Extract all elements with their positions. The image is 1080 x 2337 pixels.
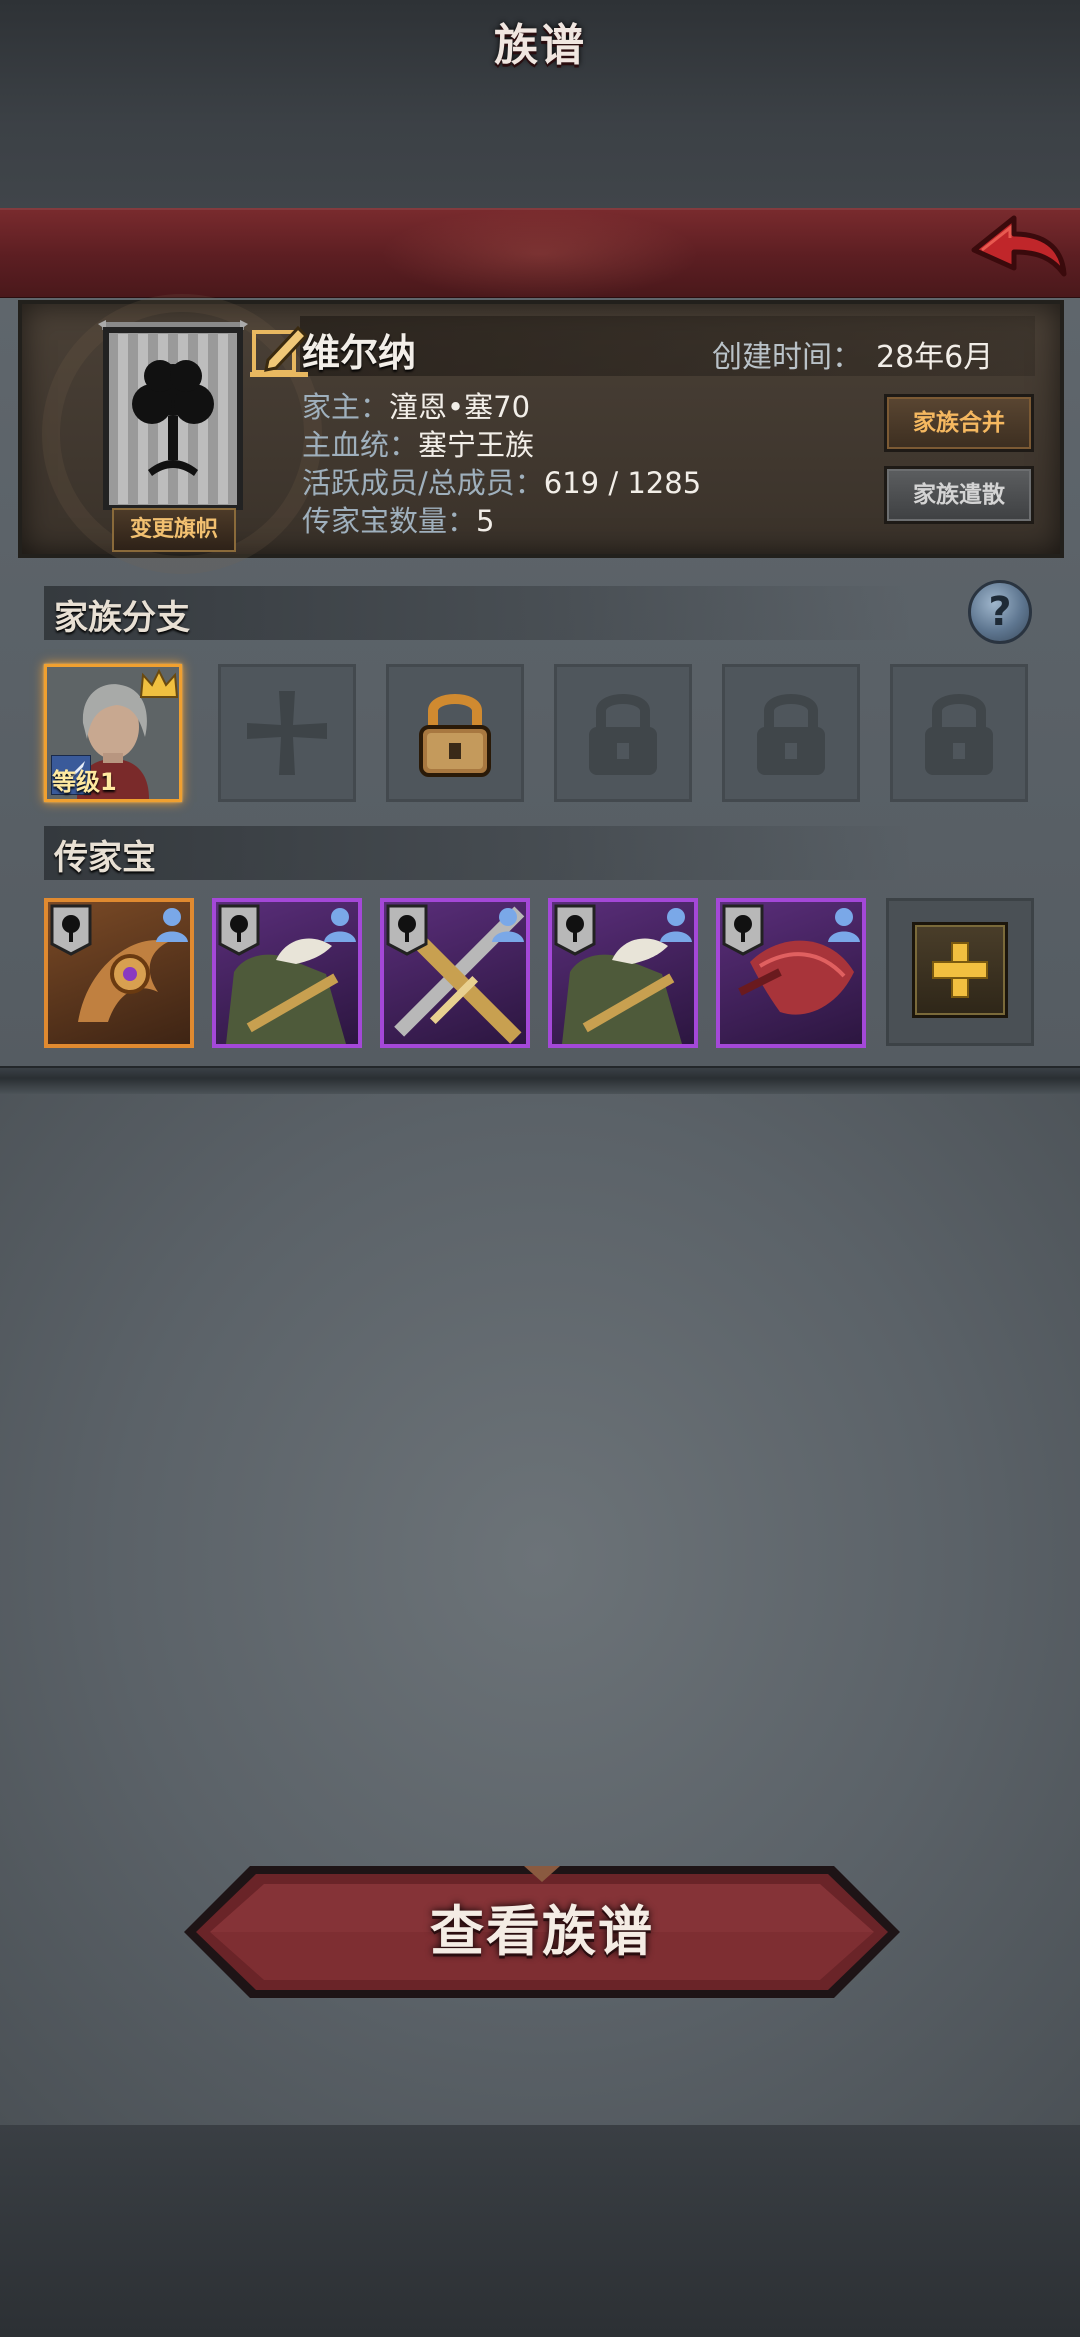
lock-icon [757,694,825,775]
family-banner-icon [98,320,248,510]
merge-family-button[interactable]: 家族合并 [884,394,1034,452]
leader-label: 家主： [302,390,390,424]
bottom-backdrop [0,2125,1080,2337]
heirloom-count-row: 传家宝数量：5 [302,498,494,540]
family-tree-badge-icon [386,904,428,956]
created-time: 创建时间： 28年6月 [712,332,993,376]
heirlooms-header-bar [44,826,914,880]
gold-lock-icon [419,694,491,777]
crown-icon [139,669,179,698]
branches-title: 家族分支 [54,598,190,638]
heirloom-item-epic[interactable] [212,898,362,1048]
members-label: 活跃成员/总成员： [302,466,544,500]
heirloom-item-epic[interactable] [548,898,698,1048]
section-divider [0,1066,1080,1094]
bloodline-row: 主血统：塞宁王族 [302,422,534,464]
branch-slot-locked[interactable] [722,664,860,802]
branch-slot-unlockable[interactable] [386,664,524,802]
disband-family-button[interactable]: 家族遣散 [884,466,1034,524]
family-name: 维尔纳 [302,331,417,375]
person-badge-icon [492,908,524,942]
lock-icon [589,694,657,775]
plus-icon [932,942,988,998]
page-title: 族谱 [494,20,586,71]
person-badge-icon [828,908,860,942]
branch-slot-locked[interactable] [554,664,692,802]
person-badge-icon [660,908,692,942]
heirloom-item-epic[interactable] [716,898,866,1048]
heirloom-item-legendary[interactable] [44,898,194,1048]
family-tree-badge-icon [722,904,764,956]
help-button[interactable]: ? [968,580,1032,644]
leader-value: 潼恩•塞70 [389,390,531,424]
heirlooms-title: 传家宝 [54,838,156,878]
bloodline-label: 主血统： [302,428,419,462]
family-tree-badge-icon [218,904,260,956]
person-badge-icon [156,908,188,942]
view-family-tree-label: 查看族谱 [430,1900,654,1963]
heirloom-count-label: 传家宝数量： [302,504,477,538]
member-level: 等级1 [52,768,117,796]
edit-name-icon[interactable] [250,322,310,378]
heirloom-count-value: 5 [476,504,495,538]
lock-icon [925,694,993,775]
cross-emblem-icon [247,691,327,775]
branch-slot-locked[interactable] [890,664,1028,802]
heirloom-item-epic[interactable] [380,898,530,1048]
back-arrow-icon[interactable] [968,212,1068,292]
members-row: 活跃成员/总成员：619 / 1285 [302,460,701,502]
branch-slot-empty[interactable] [218,664,356,802]
change-banner-button[interactable]: 变更旗帜 [112,508,236,552]
members-value: 619 / 1285 [543,466,702,500]
created-label: 创建时间： [712,340,862,375]
leader-row: 家主：潼恩•塞70 [302,384,530,426]
family-tree-badge-icon [50,904,92,956]
person-badge-icon [324,908,356,942]
add-heirloom-button[interactable] [912,922,1008,1018]
header-bar [0,208,1080,300]
created-value: 28年6月 [876,340,994,375]
bloodline-value: 塞宁王族 [418,428,535,462]
family-tree-badge-icon [554,904,596,956]
